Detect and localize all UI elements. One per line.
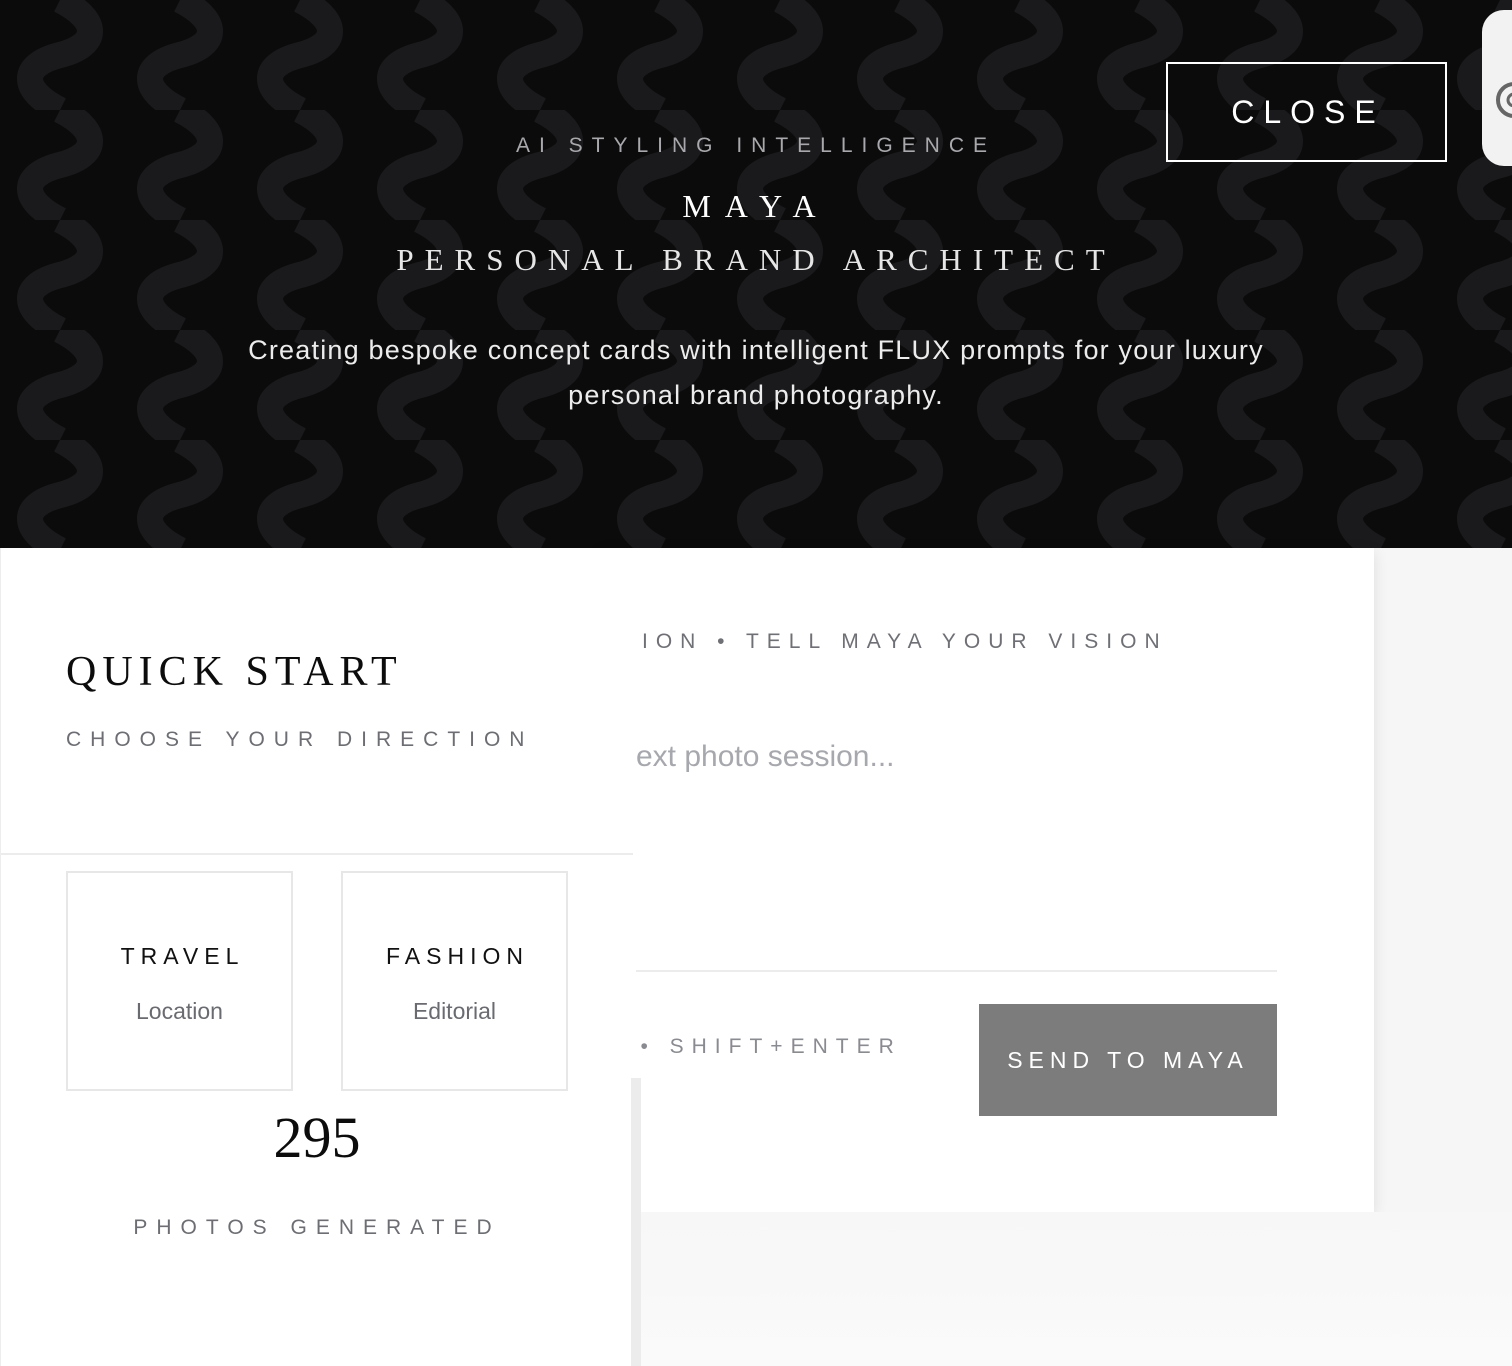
card-subtitle: Location <box>136 998 223 1024</box>
photos-generated-label: PHOTOS GENERATED <box>133 1216 501 1239</box>
photos-generated-count: 295 <box>273 1105 361 1170</box>
vision-input[interactable] <box>636 728 1276 958</box>
card-subtitle: Editorial <box>412 998 497 1024</box>
close-button[interactable]: CLOSE <box>1166 62 1447 162</box>
quick-start-subtitle: CHOOSE YOUR DIRECTION <box>66 728 534 751</box>
card-title: FASHION <box>386 943 529 969</box>
quick-start-title: QUICK START <box>66 649 403 695</box>
hero-description: Creating bespoke concept cards with inte… <box>248 335 1264 410</box>
card-title: TRAVEL <box>120 943 245 969</box>
assistant-role: PERSONAL BRAND ARCHITECT <box>396 242 1116 277</box>
chat-panel: ION • TELL MAYA YOUR VISION PRESS ENTER … <box>228 548 1374 1212</box>
direction-card-travel[interactable]: TRAVEL Location <box>66 871 293 1091</box>
assistant-name: MAYA <box>682 188 830 224</box>
background-area <box>640 1212 1512 1366</box>
hero-header: AI STYLING INTELLIGENCE MAYA PERSONAL BR… <box>0 0 1512 548</box>
quick-start-panel: QUICK START CHOOSE YOUR DIRECTION TRAVEL… <box>0 548 641 1366</box>
chat-heading: ION • TELL MAYA YOUR VISION <box>642 630 1168 653</box>
camera-icon <box>1496 82 1512 118</box>
quick-start-divider <box>1 853 633 855</box>
scrollbar[interactable] <box>631 1078 641 1366</box>
direction-card-fashion[interactable]: FASHION Editorial <box>341 871 568 1091</box>
send-to-maya-button[interactable]: SEND TO MAYA <box>979 1004 1277 1116</box>
side-tab[interactable] <box>1482 10 1512 166</box>
chat-divider <box>636 970 1277 972</box>
